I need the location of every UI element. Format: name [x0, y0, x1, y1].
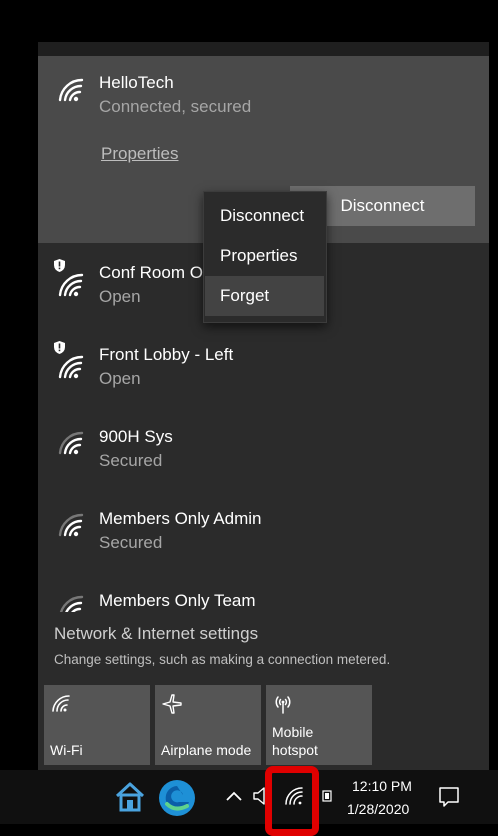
wifi-icon — [52, 695, 70, 712]
notification-icon[interactable] — [436, 784, 462, 810]
clock-date[interactable]: 1/28/2020 — [347, 801, 409, 817]
chevron-up-icon[interactable] — [224, 786, 244, 806]
properties-link[interactable]: Properties — [101, 144, 178, 164]
context-menu-properties[interactable]: Properties — [205, 236, 324, 276]
network-context-menu: Disconnect Properties Forget — [203, 191, 327, 323]
hotspot-icon — [275, 696, 291, 714]
wifi-warning-icon — [56, 271, 86, 297]
settings-area: Network & Internet settings Change setti… — [38, 612, 489, 770]
airplane-mode-tile[interactable]: Airplane mode — [155, 685, 261, 765]
battery-icon[interactable] — [320, 789, 334, 803]
network-name: Front Lobby - Left — [99, 345, 234, 364]
clock-time[interactable]: 12:10 PM — [352, 778, 412, 794]
tile-label: Airplane mode — [161, 742, 252, 758]
shield-warning-icon — [54, 259, 65, 272]
network-settings-link[interactable]: Network & Internet settings — [54, 624, 258, 644]
wifi-toggle-tile[interactable]: Wi-Fi — [44, 685, 150, 765]
settings-description: Change settings, such as making a connec… — [54, 652, 391, 667]
wifi-highlight-box — [265, 766, 319, 836]
connected-network-name: HelloTech — [99, 73, 174, 92]
home-icon[interactable] — [110, 777, 150, 817]
network-status: Open — [99, 369, 141, 388]
shield-warning-icon — [54, 341, 65, 354]
network-list-item[interactable]: Front Lobby - Left Open — [38, 325, 489, 405]
network-list-item[interactable]: 900H Sys Secured — [38, 407, 489, 487]
tile-label: Mobile hotspot — [272, 724, 318, 758]
network-status: Secured — [99, 533, 163, 552]
network-name: Members Only Team — [99, 591, 256, 610]
mobile-hotspot-tile[interactable]: Mobile hotspot — [266, 685, 372, 765]
network-flyout: HelloTech Connected, secured Properties … — [38, 42, 489, 770]
network-status: Open — [99, 287, 141, 306]
wifi-icon — [56, 431, 86, 457]
edge-icon[interactable] — [155, 776, 199, 820]
context-menu-disconnect[interactable]: Disconnect — [205, 196, 324, 236]
taskbar: 12:10 PM 1/28/2020 — [0, 770, 498, 824]
airplane-icon — [162, 694, 182, 714]
network-list-item[interactable]: Members Only Admin Secured — [38, 489, 489, 569]
wifi-warning-icon — [56, 353, 86, 379]
connected-network-status: Connected, secured — [99, 97, 252, 116]
context-menu-forget[interactable]: Forget — [205, 276, 324, 316]
tile-label: Wi-Fi — [50, 742, 83, 758]
network-name: 900H Sys — [99, 427, 173, 446]
flyout-top-strip — [38, 42, 489, 56]
network-name: Conf Room O — [99, 263, 203, 282]
wifi-icon — [56, 78, 86, 104]
network-name: Members Only Admin — [99, 509, 262, 528]
network-status: Secured — [99, 451, 163, 470]
wifi-icon — [56, 513, 86, 539]
